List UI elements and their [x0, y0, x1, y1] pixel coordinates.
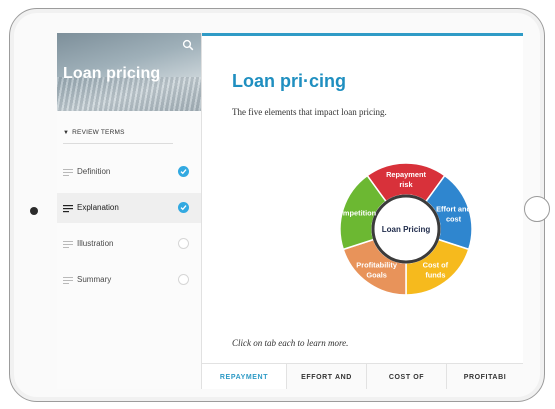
completed-check-icon: [178, 166, 189, 177]
review-terms-toggle[interactable]: ▼ REVIEW TERMS: [63, 129, 125, 136]
text-lines-icon: [63, 241, 73, 248]
diagram-center-label: Loan Pricing: [382, 225, 431, 234]
text-lines-icon: [63, 277, 73, 284]
sidebar: Loan pricing ▼ REVIEW TERMS Definition Ex…: [57, 33, 202, 389]
sidebar-item-label: Illustration: [77, 239, 114, 248]
diagram-segment-label: Cost of funds: [423, 260, 449, 279]
sidebar-item-label: Explanation: [77, 203, 119, 212]
home-button[interactable]: [524, 196, 550, 222]
progress-bar: [202, 33, 523, 36]
caret-down-icon: ▼: [63, 130, 70, 136]
sidebar-item-definition[interactable]: Definition: [57, 157, 201, 187]
sidebar-item-label: Summary: [77, 275, 112, 284]
divider: [63, 143, 173, 144]
front-camera: [30, 207, 38, 215]
sidebar-item-label: Definition: [77, 167, 111, 176]
sidebar-hero-image: Loan pricing: [57, 33, 201, 111]
tab-profitability[interactable]: PROFITABI: [447, 364, 523, 389]
tab-effort-and-cost[interactable]: EFFORT AND: [287, 364, 367, 389]
text-lines-icon: [63, 169, 73, 176]
incomplete-circle-icon: [178, 274, 189, 285]
page-subtitle: The five elements that impact loan prici…: [232, 107, 387, 117]
page-title: Loan pri·cing: [232, 71, 346, 91]
sidebar-item-illustration[interactable]: Illustration: [57, 229, 201, 259]
search-icon[interactable]: [182, 39, 194, 51]
review-terms-label: REVIEW TERMS: [72, 129, 125, 136]
app-screen: Loan pricing ▼ REVIEW TERMS Definition Ex…: [57, 33, 523, 389]
incomplete-circle-icon: [178, 238, 189, 249]
tab-repayment[interactable]: REPAYMENT: [202, 364, 287, 389]
course-title: Loan pricing: [63, 65, 161, 82]
sidebar-item-explanation[interactable]: Explanation: [57, 193, 201, 223]
tab-cost-of-funds[interactable]: COST OF: [367, 364, 447, 389]
diagram-segment-label: Competition: [333, 208, 377, 217]
completed-check-icon: [178, 202, 189, 213]
text-lines-icon: [63, 205, 73, 213]
loan-pricing-diagram: Loan Pricing Repayment riskEffort and cost…: [333, 162, 473, 296]
instruction-text: Click on tab each to learn more.: [232, 338, 349, 348]
main-content: Loan pri·cing The five elements that imp…: [202, 33, 523, 389]
sidebar-item-summary[interactable]: Summary: [57, 265, 201, 295]
tab-bar: REPAYMENT EFFORT AND COST OF PROFITABI: [202, 363, 523, 389]
